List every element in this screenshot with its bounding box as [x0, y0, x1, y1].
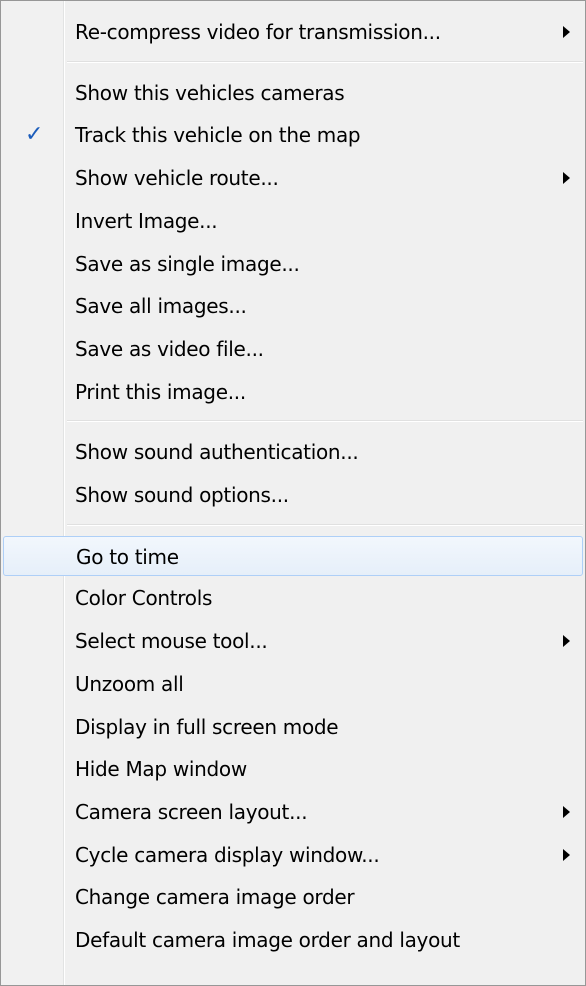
menu-item-invert-image[interactable]: Invert Image... — [3, 201, 583, 241]
menu-item-label: Change camera image order — [75, 885, 355, 910]
menu-separator — [67, 523, 583, 526]
menu-item-go-to-time[interactable]: Go to time — [3, 535, 583, 576]
submenu-arrow-icon — [563, 848, 570, 861]
menu-item-re-compress-video-for-transmission[interactable]: Re-compress video for transmission... — [3, 12, 583, 52]
menu-item-label: Show vehicle route... — [75, 166, 279, 191]
menu-item-hide-map-window[interactable]: Hide Map window — [3, 749, 583, 789]
menu-item-label: Camera screen layout... — [75, 799, 308, 824]
menu-item-show-sound-options[interactable]: Show sound options... — [3, 475, 583, 515]
checkmark-icon: ✓ — [25, 122, 44, 148]
submenu-arrow-icon — [563, 805, 570, 818]
menu-separator — [67, 420, 583, 423]
menu-item-label: Hide Map window — [75, 757, 247, 782]
menu-item-label: Display in full screen mode — [75, 714, 339, 739]
menu-item-save-all-images[interactable]: Save all images... — [3, 286, 583, 326]
menu-item-label: Go to time — [76, 544, 179, 569]
menu-item-default-camera-image-order-and-layout[interactable]: Default camera image order and layout — [3, 920, 583, 960]
submenu-arrow-icon — [563, 635, 570, 648]
menu-item-camera-screen-layout[interactable]: Camera screen layout... — [3, 792, 583, 832]
submenu-arrow-icon — [563, 26, 570, 38]
menu-item-cycle-camera-display-window[interactable]: Cycle camera display window... — [3, 835, 583, 875]
context-menu: Re-compress video for transmission... Sho… — [0, 0, 586, 986]
menu-item-change-camera-image-order[interactable]: Change camera image order — [3, 877, 583, 917]
menu-item-print-this-image[interactable]: Print this image... — [3, 372, 583, 412]
menu-item-label: Unzoom all — [75, 671, 184, 696]
menu-item-label: Save as single image... — [75, 251, 300, 276]
menu-item-color-controls[interactable]: Color Controls — [3, 578, 583, 618]
menu-item-label: Cycle camera display window... — [75, 842, 380, 867]
menu-item-label: Invert Image... — [75, 208, 218, 233]
menu-item-save-as-video-file[interactable]: Save as video file... — [3, 329, 583, 369]
menu-item-label: Track this vehicle on the map — [75, 123, 361, 148]
menu-item-label: Select mouse tool... — [75, 629, 268, 654]
menu-item-select-mouse-tool[interactable]: Select mouse tool... — [3, 621, 583, 661]
submenu-arrow-icon — [563, 172, 570, 185]
menu-item-label: Print this image... — [75, 379, 246, 404]
menu-item-track-this-vehicle-on-the-map[interactable]: ✓ Track this vehicle on the map — [3, 115, 583, 155]
menu-item-label: Show sound options... — [75, 483, 289, 507]
menu-item-show-vehicle-route[interactable]: Show vehicle route... — [3, 158, 583, 198]
menu-item-label: Color Controls — [75, 586, 213, 611]
menu-item-display-in-full-screen-mode[interactable]: Display in full screen mode — [3, 707, 583, 747]
menu-item-label: Show sound authentication... — [75, 440, 359, 465]
menu-item-label: Save all images... — [75, 294, 247, 319]
menu-item-label: Show this vehicles cameras — [75, 80, 345, 105]
menu-separator — [67, 60, 583, 63]
menu-item-unzoom-all[interactable]: Unzoom all — [3, 664, 583, 704]
menu-item-label: Re-compress video for transmission... — [75, 20, 441, 44]
menu-item-show-sound-authentication[interactable]: Show sound authentication... — [3, 432, 583, 472]
menu-item-label: Save as video file... — [75, 336, 264, 361]
menu-item-save-as-single-image[interactable]: Save as single image... — [3, 244, 583, 284]
menu-item-label: Default camera image order and layout — [75, 928, 460, 952]
menu-item-show-this-vehicles-cameras[interactable]: Show this vehicles cameras — [3, 73, 583, 113]
